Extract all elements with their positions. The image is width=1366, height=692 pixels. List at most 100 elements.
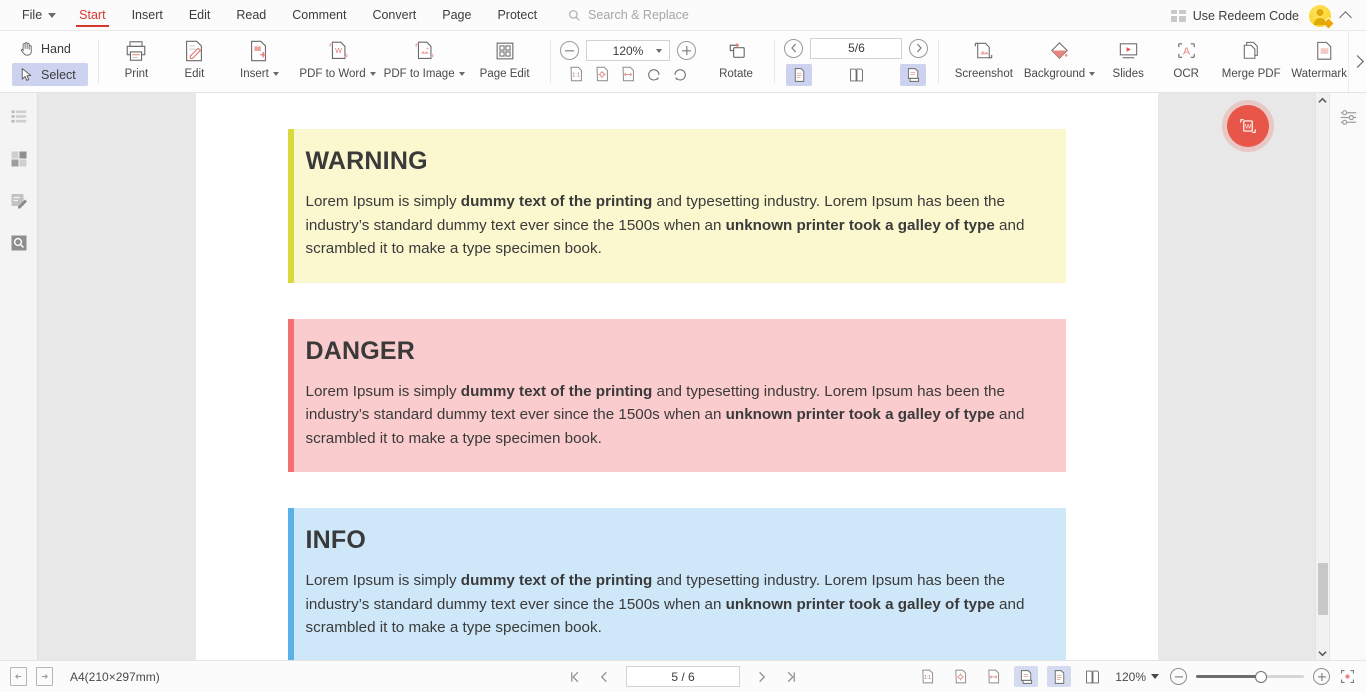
print-button[interactable]: Print [107, 31, 165, 92]
chevron-down-icon[interactable] [1089, 72, 1096, 76]
prev-page-button[interactable] [597, 669, 612, 685]
two-page-view-button[interactable] [843, 64, 869, 86]
ocr-button[interactable]: A OCR [1157, 31, 1215, 92]
zoom-in-button[interactable] [677, 41, 697, 60]
pdf-to-word-button[interactable]: W PDF to Word [295, 31, 379, 92]
next-page-button[interactable] [909, 38, 929, 58]
next-page-button[interactable] [36, 667, 53, 686]
page-number-field[interactable]: 5/6 [810, 37, 903, 59]
chevron-down-icon[interactable] [272, 72, 279, 76]
edit-button[interactable]: Edit [165, 31, 223, 92]
fit-width-icon [988, 669, 999, 684]
first-page-button[interactable] [568, 669, 583, 685]
actual-size-button[interactable]: 1:1 [915, 666, 939, 687]
chevron-down-icon[interactable] [369, 72, 376, 76]
fullscreen-button[interactable] [1339, 668, 1356, 685]
single-page-view-button[interactable] [786, 63, 813, 86]
rotate-right-icon[interactable] [671, 65, 689, 83]
avatar[interactable] [1309, 4, 1335, 30]
menu-item-label: Start [79, 8, 106, 22]
zoom-level-field[interactable]: 120% [586, 40, 671, 61]
continuous-scroll-view-button[interactable] [900, 63, 927, 86]
merge-pdf-label: Merge PDF [1221, 68, 1281, 80]
settings-sliders-button[interactable] [1336, 105, 1360, 129]
rotate-button[interactable]: Rotate [707, 31, 765, 92]
scroll-up-button[interactable] [1316, 93, 1330, 107]
fullscreen-icon [1340, 669, 1355, 684]
zoom-in-button[interactable] [1313, 668, 1330, 685]
sidebar-item-annotations[interactable] [7, 189, 31, 213]
watermark-label: Watermark [1291, 68, 1348, 80]
two-page-view-button[interactable] [1080, 666, 1104, 687]
chevron-up-icon[interactable] [1339, 11, 1352, 24]
menu-item-label: Protect [497, 8, 538, 22]
sidebar-item-search[interactable] [7, 231, 31, 255]
two-page-view-icon [850, 68, 863, 81]
hand-tool-button[interactable]: Hand [12, 37, 88, 60]
next-page-button[interactable] [754, 669, 769, 685]
insert-label-wrap: Insert [240, 68, 279, 80]
ribbon-overflow-button[interactable] [1348, 31, 1366, 92]
use-redeem-code-button[interactable]: Use Redeem Code [1170, 9, 1299, 23]
scrollbar-thumb[interactable] [1318, 563, 1328, 615]
pdf-to-word-label: PDF to Word [299, 68, 366, 80]
menu-item-read[interactable]: Read [223, 0, 279, 31]
zoom-level-dropdown[interactable]: 120% [1115, 670, 1159, 684]
bold-text: dummy text of the printing [460, 193, 653, 210]
fit-width-button[interactable] [981, 666, 1005, 687]
search-replace-box[interactable]: Search & Replace [568, 8, 689, 22]
last-page-icon [787, 671, 795, 682]
menu-item-label: File [22, 8, 43, 22]
scroll-down-button[interactable] [1316, 646, 1330, 660]
cursor-arrow-icon [21, 68, 32, 81]
previous-page-button[interactable] [10, 667, 27, 686]
sidebar-item-bookmarks[interactable] [7, 105, 31, 129]
last-page-button[interactable] [783, 669, 798, 685]
screenshot-button[interactable]: Screenshot [948, 31, 1020, 92]
vertical-scrollbar[interactable] [1315, 93, 1329, 660]
menu-item-start[interactable]: Start [66, 0, 118, 31]
chevron-down-icon[interactable] [458, 72, 465, 76]
select-tool-button[interactable]: Select [12, 63, 88, 86]
menu-item-convert[interactable]: Convert [359, 0, 429, 31]
pdf-to-word-floating-button[interactable]: W [1227, 105, 1269, 147]
chevron-right-icon [1351, 55, 1364, 68]
menu-item-insert[interactable]: Insert [119, 0, 176, 31]
continuous-view-button[interactable] [1014, 666, 1039, 687]
page-nav-row: 5/6 [784, 37, 929, 59]
menu-item-edit[interactable]: Edit [176, 0, 224, 31]
callout-paragraph: Lorem Ipsum is simply dummy text of the … [306, 190, 1042, 261]
pdf-to-image-button[interactable]: PDF to Image [380, 31, 469, 92]
merge-pdf-button[interactable]: Merge PDF [1215, 31, 1287, 92]
callout-info: INFO Lorem Ipsum is simply dummy text of … [287, 508, 1066, 660]
page-number-input[interactable]: 5 / 6 [626, 666, 740, 687]
background-button[interactable]: Background [1020, 31, 1099, 92]
menu-item-comment[interactable]: Comment [279, 0, 359, 31]
menu-item-label: Page [442, 8, 472, 22]
insert-page-icon [245, 38, 273, 64]
svg-text:A: A [1183, 45, 1191, 57]
slides-button[interactable]: Slides [1099, 31, 1157, 92]
page-edit-button[interactable]: Page Edit [469, 31, 541, 92]
fit-page-button[interactable] [948, 666, 972, 687]
slider-knob[interactable] [1254, 670, 1267, 683]
page-navigation-group: 5/6 [778, 31, 934, 92]
rotate-left-icon[interactable] [645, 65, 663, 83]
sidebar-item-thumbnails[interactable] [7, 147, 31, 171]
zoom-out-button[interactable] [1170, 668, 1187, 685]
menu-item-page[interactable]: Page [429, 0, 484, 31]
chevron-down-icon[interactable] [656, 48, 663, 53]
previous-page-button[interactable] [784, 38, 804, 58]
fit-width-icon[interactable] [619, 65, 637, 83]
menu-item-file[interactable]: File [0, 0, 66, 31]
insert-label: Insert [240, 68, 269, 80]
insert-button[interactable]: Insert [223, 31, 295, 92]
zoom-slider[interactable] [1196, 670, 1304, 684]
document-viewport[interactable]: WARNING Lorem Ipsum is simply dummy text … [38, 93, 1315, 660]
fit-page-icon[interactable] [593, 65, 611, 83]
actual-size-icon[interactable]: 1:1 [567, 65, 585, 83]
menu-item-protect[interactable]: Protect [484, 0, 550, 31]
zoom-out-button[interactable] [560, 41, 580, 60]
callout-paragraph: Lorem Ipsum is simply dummy text of the … [306, 569, 1042, 640]
single-page-view-button[interactable] [1047, 666, 1072, 687]
